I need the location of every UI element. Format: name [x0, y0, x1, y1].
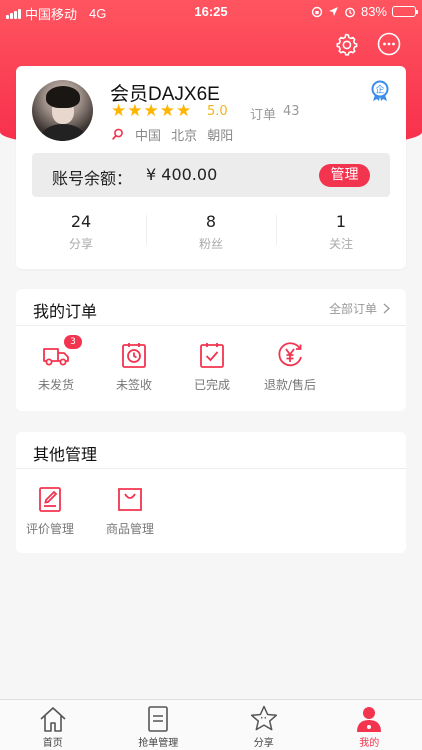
stat-shares[interactable]: 24 分享 [16, 212, 146, 254]
unshipped-count-badge: 3 [64, 335, 82, 349]
star-icon: ★ [159, 101, 175, 121]
order-completed[interactable]: 已完成 [182, 341, 242, 393]
battery-icon [392, 6, 418, 17]
location-text: 中国 北京 朝阳 [135, 129, 234, 144]
tab-order-grab[interactable]: 抢单管理 [106, 700, 212, 750]
tab-label: 分享 [253, 738, 274, 749]
star-icon: ★ [176, 101, 192, 121]
star-icon [250, 705, 277, 731]
all-orders-link[interactable]: 全部订单 [329, 300, 390, 317]
alarm-icon [345, 7, 355, 17]
section-title: 其他管理 [33, 445, 98, 464]
status-bar: 中国移动 4G 16:25 83% [0, 0, 422, 22]
battery-percent: 83% [360, 4, 387, 19]
gear-icon[interactable] [333, 31, 359, 57]
divider [16, 325, 406, 326]
chevron-right-icon [383, 303, 390, 314]
star-icon: ★ [127, 101, 143, 121]
star-icon: ★ [111, 101, 127, 121]
tab-home[interactable]: 首页 [0, 700, 106, 750]
management-item-label: 评价管理 [25, 522, 74, 536]
order-item-label: 未签收 [115, 378, 152, 392]
stat-following[interactable]: 1 关注 [276, 212, 406, 254]
order-count-value: 43 [283, 104, 300, 119]
product-management[interactable]: 商品管理 [100, 485, 160, 537]
balance-value: ¥ 400.00 [146, 165, 218, 184]
manage-balance-button[interactable]: 管理 [319, 164, 370, 187]
tab-share[interactable]: 分享 [211, 700, 317, 750]
balance-bar: 账号余额： ¥ 400.00 管理 [32, 153, 390, 197]
enterprise-badge-icon: 企 [371, 80, 389, 101]
stat-label: 关注 [328, 237, 353, 251]
profile-stats: 24 分享 8 粉丝 1 关注 [16, 212, 406, 254]
section-title: 我的订单 [33, 302, 98, 321]
order-refund[interactable]: 退款/售后 [260, 341, 320, 393]
stat-value: 24 [70, 212, 92, 231]
balance-label: 账号余额： [52, 169, 133, 188]
stat-value: 8 [205, 212, 217, 231]
clock-clipboard-icon [122, 343, 146, 368]
tab-label: 抢单管理 [138, 738, 179, 749]
stat-label: 粉丝 [198, 237, 223, 251]
order-item-label: 未发货 [37, 378, 74, 392]
other-management-card: 其他管理 评价管理 商品管理 [16, 432, 406, 553]
rating-score: 5.0 [207, 104, 228, 119]
management-item-label: 商品管理 [105, 522, 154, 536]
stat-value: 1 [335, 212, 347, 231]
location-arrow-icon [328, 7, 338, 16]
person-icon [357, 707, 382, 732]
order-item-label: 退款/售后 [263, 378, 317, 392]
document-icon [148, 706, 169, 732]
shopping-bag-icon [118, 488, 142, 511]
lock-rotation-icon [311, 6, 323, 17]
rating-stars: ★ ★ ★ ★ ★ [111, 102, 191, 120]
stat-fans[interactable]: 8 粉丝 [146, 212, 276, 254]
avatar[interactable] [32, 80, 93, 141]
divider [16, 468, 406, 469]
order-unreceived[interactable]: 未签收 [104, 341, 164, 393]
stat-label: 分享 [68, 237, 93, 251]
star-icon: ★ [143, 101, 159, 121]
yen-refund-icon [278, 342, 302, 367]
tab-bar: 首页 抢单管理 分享 我的 [0, 699, 422, 750]
home-icon [40, 707, 66, 732]
location-pin-icon [112, 128, 123, 140]
order-count-label: 订单 [250, 108, 277, 123]
all-orders-label: 全部订单 [328, 302, 377, 316]
tab-mine[interactable]: 我的 [317, 700, 422, 750]
my-orders-card: 我的订单 全部订单 3 未发货 未签收 已完成 退款/售后 [16, 289, 406, 411]
svg-text:企: 企 [375, 84, 384, 96]
chat-bubble-icon[interactable] [376, 31, 402, 57]
edit-note-icon [39, 487, 61, 512]
check-clipboard-icon [200, 343, 224, 368]
order-item-label: 已完成 [193, 378, 230, 392]
profile-card: 会员DAJX6E ★ ★ ★ ★ ★ 5.0 订单 43 企 中国 北京 朝阳 账号余额… [16, 66, 406, 269]
tab-label: 首页 [42, 738, 63, 749]
tab-label: 我的 [359, 738, 380, 749]
order-unshipped[interactable]: 3 未发货 [26, 335, 86, 393]
review-management[interactable]: 评价管理 [20, 485, 80, 537]
